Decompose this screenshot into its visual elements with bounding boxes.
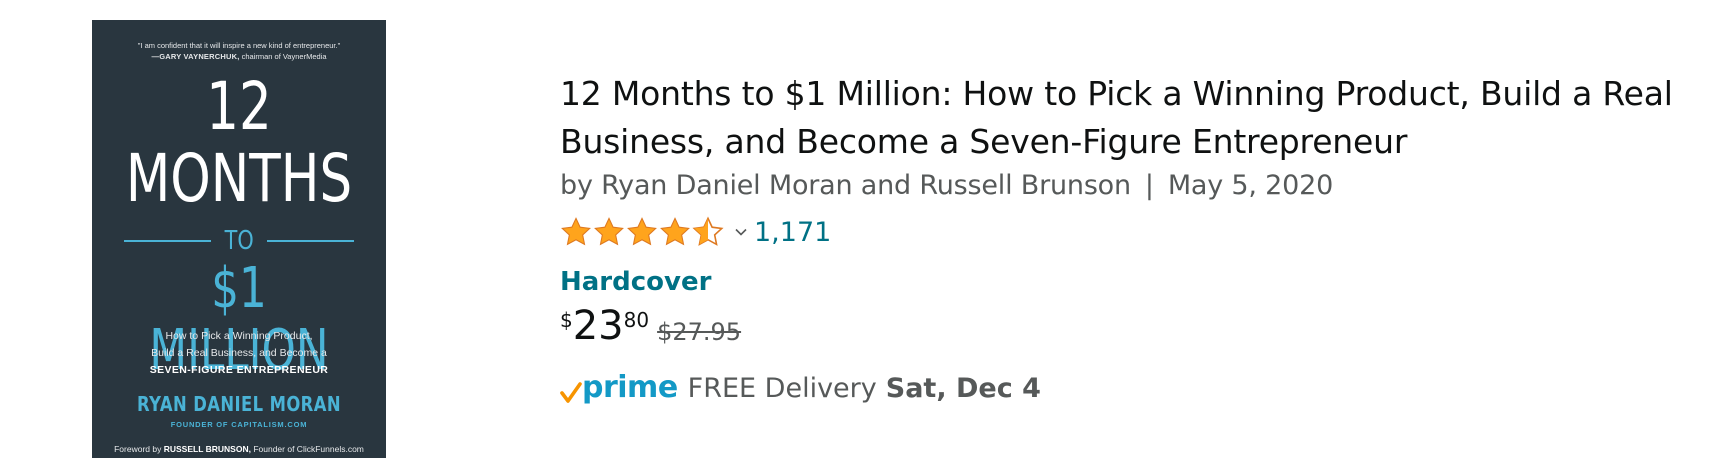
cover-subtitle-line2: Build a Real Business, and Become a	[151, 347, 327, 359]
star-rating[interactable]	[560, 216, 724, 248]
byline-separator: |	[1144, 170, 1154, 201]
price[interactable]: $ 23 80 $27.95	[560, 304, 1720, 352]
prime-check-icon	[560, 382, 582, 403]
cover-quote-author: —GARY VAYNERCHUK,	[151, 52, 240, 61]
cover-title-to-text: TO	[224, 226, 254, 256]
cover-title-months: MONTHS	[125, 140, 353, 217]
delivery-info: prime FREE Delivery Sat, Dec 4	[560, 368, 1720, 408]
cover-foreword-name: RUSSELL BRUNSON,	[163, 444, 251, 454]
product-byline: by Ryan Daniel Moran and Russell Brunson…	[560, 166, 1720, 206]
prime-wordmark: prime	[582, 370, 678, 405]
delivery-date: Sat, Dec 4	[885, 372, 1041, 404]
half-star-icon	[692, 216, 724, 246]
cover-subtitle-line3: SEVEN-FIGURE ENTREPRENEUR	[149, 364, 329, 376]
author-line: by Ryan Daniel Moran and Russell Brunson	[560, 170, 1131, 201]
cover-title-to: TO	[124, 226, 355, 256]
book-cover-image[interactable]: "I am confident that it will inspire a n…	[92, 20, 386, 458]
cover-foreword: Foreword by RUSSELL BRUNSON, Founder of …	[92, 444, 386, 454]
cover-rule-left	[124, 240, 211, 242]
delivery-text: FREE Delivery	[687, 372, 877, 404]
cover-quote-text: "I am confident that it will inspire a n…	[137, 41, 341, 50]
cover-author: RYAN DANIEL MORAN	[137, 392, 341, 416]
cover-author-role: FOUNDER OF CAPITALISM.COM	[170, 420, 308, 429]
cover-subtitle-line1: How to Pick a Winning Product,	[165, 330, 313, 342]
cover-subtitle: How to Pick a Winning Product, Build a R…	[92, 328, 386, 379]
cover-quote-author-role: chairman of VaynerMedia	[241, 52, 327, 61]
cover-foreword-prefix: Foreword by	[114, 444, 162, 454]
star-icon	[660, 217, 690, 246]
cover-quote: "I am confident that it will inspire a n…	[92, 40, 386, 62]
star-icon	[627, 217, 657, 246]
cover-rule-right	[267, 240, 355, 242]
rating-count-link[interactable]: 1,171	[754, 217, 831, 248]
star-icon	[561, 217, 591, 246]
list-price: $27.95	[657, 318, 742, 346]
chevron-down-icon[interactable]	[734, 225, 748, 239]
publish-date: May 5, 2020	[1167, 170, 1334, 201]
cover-foreword-role: Founder of ClickFunnels.com	[253, 444, 364, 454]
price-fraction: 80	[623, 308, 650, 332]
star-icon	[594, 217, 624, 246]
product-title-link[interactable]: 12 Months to $1 Million: How to Pick a W…	[560, 70, 1720, 166]
cover-title-12: 12	[206, 68, 272, 145]
price-whole: 23	[572, 303, 624, 349]
prime-badge: prime	[560, 372, 678, 404]
product-info: 12 Months to $1 Million: How to Pick a W…	[560, 70, 1720, 408]
price-symbol: $	[560, 308, 573, 332]
format-link-hardcover[interactable]: Hardcover	[560, 264, 1720, 300]
rating-row: 1,171	[560, 212, 1720, 252]
